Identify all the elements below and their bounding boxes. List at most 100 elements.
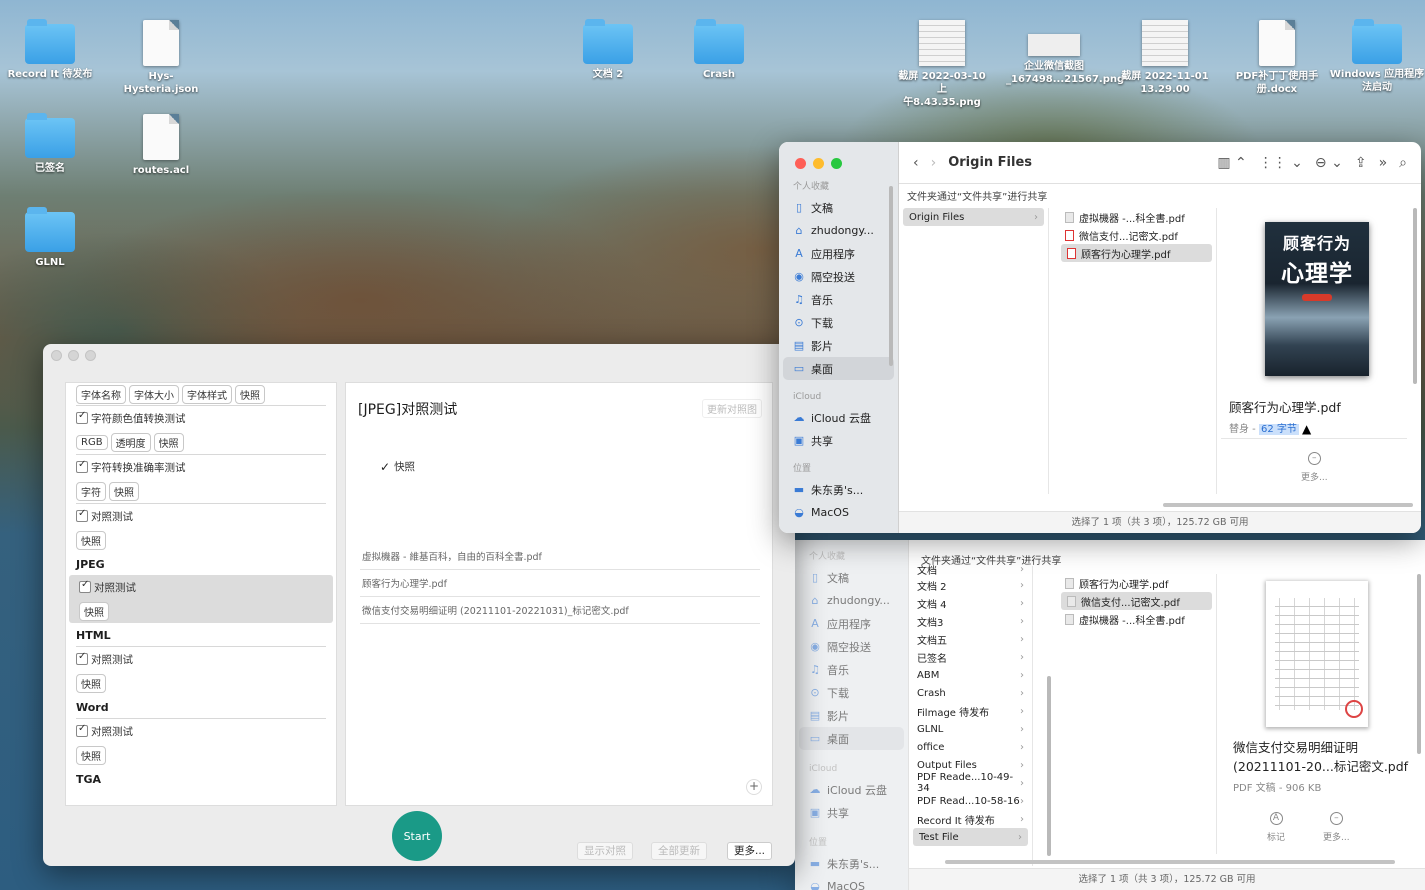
file-item[interactable]: 顾客行为心理学.pdf (1057, 574, 1216, 592)
sidebar-item-computer[interactable]: ▬ 朱东勇's... (779, 478, 898, 501)
column-item[interactable]: 文档五 › (909, 630, 1032, 648)
column-item[interactable]: GLNL › (909, 720, 1032, 738)
sidebar-item-movies[interactable]: ▤ 影片 (795, 704, 908, 727)
start-button[interactable]: Start (392, 811, 442, 861)
tag-char[interactable]: 字符 (76, 481, 106, 501)
color-test-row[interactable]: 字符颜色值转换测试 (66, 406, 336, 430)
sidebar-item-airdrop[interactable]: ◉ 隔空投送 (795, 635, 908, 658)
file-item[interactable]: 微信支付...记密文.pdf (1057, 226, 1216, 244)
accuracy-test-checkbox[interactable] (76, 459, 88, 473)
desktop-file-routes[interactable]: routes.acl (113, 114, 209, 177)
tag-alpha[interactable]: 透明度 (110, 432, 151, 452)
tag-font-style[interactable]: 字体样式 (182, 384, 232, 404)
tag-snapshot[interactable]: 快照 (76, 530, 106, 550)
file-list-item[interactable]: 微信支付交易明细证明 (20211101-20221031)_标记密文.pdf (360, 597, 760, 624)
tag-snapshot[interactable]: 快照 (109, 481, 139, 501)
compare-test-row[interactable]: 对照测试 (66, 504, 336, 528)
desktop-folder-windows-apps[interactable]: Windows 应用程序 法启动 (1329, 19, 1425, 94)
color-test-checkbox[interactable] (76, 410, 88, 424)
compare-test-checkbox[interactable] (76, 508, 88, 522)
zoom-button[interactable] (831, 158, 842, 169)
desktop-file-pdf-manual[interactable]: PDF补丁丁使用手 册.docx (1229, 20, 1325, 96)
scrollbar[interactable] (1047, 676, 1051, 856)
word-compare-row[interactable]: 对照测试 (66, 719, 336, 743)
sidebar-item-applications[interactable]: A 应用程序 (779, 242, 898, 265)
sidebar-item-icloud-drive[interactable]: ☁ iCloud 云盘 (779, 406, 898, 429)
minimize-button[interactable] (813, 158, 824, 169)
sidebar-item-shared[interactable]: ▣ 共享 (795, 801, 908, 824)
sidebar-item-desktop[interactable]: ▭ 桌面 (799, 727, 904, 750)
column-item[interactable]: 文档3 › (909, 612, 1032, 630)
scrollbar-horizontal[interactable] (1163, 503, 1413, 507)
sidebar-item-downloads[interactable]: ⊙ 下载 (795, 681, 908, 704)
desktop-file-wechat-capture[interactable]: 企业微信截图 _167498...21567.png (1006, 20, 1124, 86)
jpeg-compare-checkbox[interactable] (79, 579, 91, 593)
sidebar-item-shared[interactable]: ▣ 共享 (779, 429, 898, 452)
markup-button[interactable]: A 标记 (1267, 812, 1285, 843)
column-item[interactable]: PDF Reade...10-49-34 › (909, 772, 1032, 794)
column-item[interactable]: Filmage 待发布 › (909, 702, 1032, 720)
jpeg-test-block-selected[interactable]: 对照测试 快照 (69, 575, 333, 623)
sidebar-item-macos[interactable]: ◒ MacOS (779, 501, 898, 524)
scrollbar-horizontal[interactable] (945, 860, 1395, 864)
sidebar-item-macos[interactable]: ◒ MacOS (795, 875, 908, 890)
tag-font-size[interactable]: 字体大小 (129, 384, 179, 404)
sidebar-item-music[interactable]: ♫ 音乐 (795, 658, 908, 681)
share-icon[interactable]: ⇪ (1355, 155, 1367, 171)
group-icon[interactable]: ⋮⋮ ⌄ (1259, 155, 1303, 171)
column-item-selected[interactable]: Test File › (913, 828, 1028, 846)
view-columns-icon[interactable]: ▥ ⌃ (1217, 155, 1246, 171)
sidebar-item-applications[interactable]: A 应用程序 (795, 612, 908, 635)
sidebar-item-downloads[interactable]: ⊙ 下载 (779, 311, 898, 334)
desktop-folder-signed[interactable]: 已签名 (2, 113, 98, 175)
word-compare-checkbox[interactable] (76, 723, 88, 737)
close-button[interactable] (795, 158, 806, 169)
column-item[interactable]: Record It 待发布 › (909, 810, 1032, 828)
desktop-file-hysteria[interactable]: Hys-Hysteria.json (113, 20, 209, 96)
tag-snapshot[interactable]: 快照 (153, 432, 184, 452)
tag-font-name[interactable]: 字体名称 (76, 384, 126, 404)
tag-snapshot[interactable]: 快照 (79, 601, 109, 621)
sidebar-item-documents[interactable]: ▯ 文稿 (779, 196, 898, 219)
scrollbar[interactable] (1417, 574, 1421, 754)
file-list-item[interactable]: 顾客行为心理学.pdf (360, 570, 760, 597)
sidebar-scrollbar[interactable] (889, 186, 893, 366)
file-item[interactable]: 虚拟機器 -...科全書.pdf (1057, 610, 1216, 628)
column-item[interactable]: Crash › (909, 684, 1032, 702)
sidebar-item-documents[interactable]: ▯ 文稿 (795, 566, 908, 589)
column-item[interactable]: 文档 2 › (909, 576, 1032, 594)
html-compare-row[interactable]: 对照测试 (66, 647, 336, 671)
update-all-button[interactable]: 全部更新 (651, 842, 707, 860)
desktop-folder-glnl[interactable]: GLNL (2, 207, 98, 269)
more-button[interactable]: – 更多... (1301, 452, 1328, 483)
file-item-selected[interactable]: 微信支付...记密文.pdf (1061, 592, 1212, 610)
add-file-button[interactable]: + (746, 779, 762, 795)
desktop-folder-crash[interactable]: Crash (671, 19, 767, 81)
file-item[interactable]: 虚拟機器 -...科全書.pdf (1057, 208, 1216, 226)
more-button[interactable]: 更多... (727, 842, 773, 860)
column-item[interactable]: PDF Read...10-58-16 › (909, 792, 1032, 810)
show-compare-button[interactable]: 显示对照 (577, 842, 633, 860)
action-menu-icon[interactable]: ⊖ ⌄ (1315, 155, 1343, 171)
desktop-file-screenshot-0310[interactable]: 截屏 2022-03-10 上午8.43.35.png (894, 20, 990, 109)
desktop-file-screenshot-1101[interactable]: 截屏 2022-11-01 13.29.00 (1117, 20, 1213, 96)
more-toolbar-icon[interactable]: » (1379, 155, 1388, 171)
tag-snapshot[interactable]: 快照 (76, 745, 106, 765)
sidebar-item-computer[interactable]: ▬ 朱东勇's... (795, 852, 908, 875)
desktop-folder-record-it[interactable]: Record It 待发布 (2, 19, 98, 81)
html-compare-checkbox[interactable] (76, 651, 88, 665)
more-button[interactable]: – 更多... (1323, 812, 1350, 843)
column-item[interactable]: 已签名 › (909, 648, 1032, 666)
forward-button[interactable]: › (931, 155, 937, 171)
column-item-selected[interactable]: Origin Files › (903, 208, 1044, 226)
back-button[interactable]: ‹ (913, 155, 919, 171)
zoom-button[interactable] (85, 349, 96, 361)
sidebar-item-airdrop[interactable]: ◉ 隔空投送 (779, 265, 898, 288)
sidebar-item-music[interactable]: ♫ 音乐 (779, 288, 898, 311)
accuracy-test-row[interactable]: 字符转换准确率测试 (66, 455, 336, 479)
sidebar-item-icloud-drive[interactable]: ☁ iCloud 云盘 (795, 778, 908, 801)
column-item[interactable]: 文档 4 › (909, 594, 1032, 612)
jpeg-compare-row[interactable]: 对照测试 (69, 575, 333, 599)
sidebar-item-home[interactable]: ⌂ zhudongy... (795, 589, 908, 612)
column-item[interactable]: office › (909, 738, 1032, 756)
